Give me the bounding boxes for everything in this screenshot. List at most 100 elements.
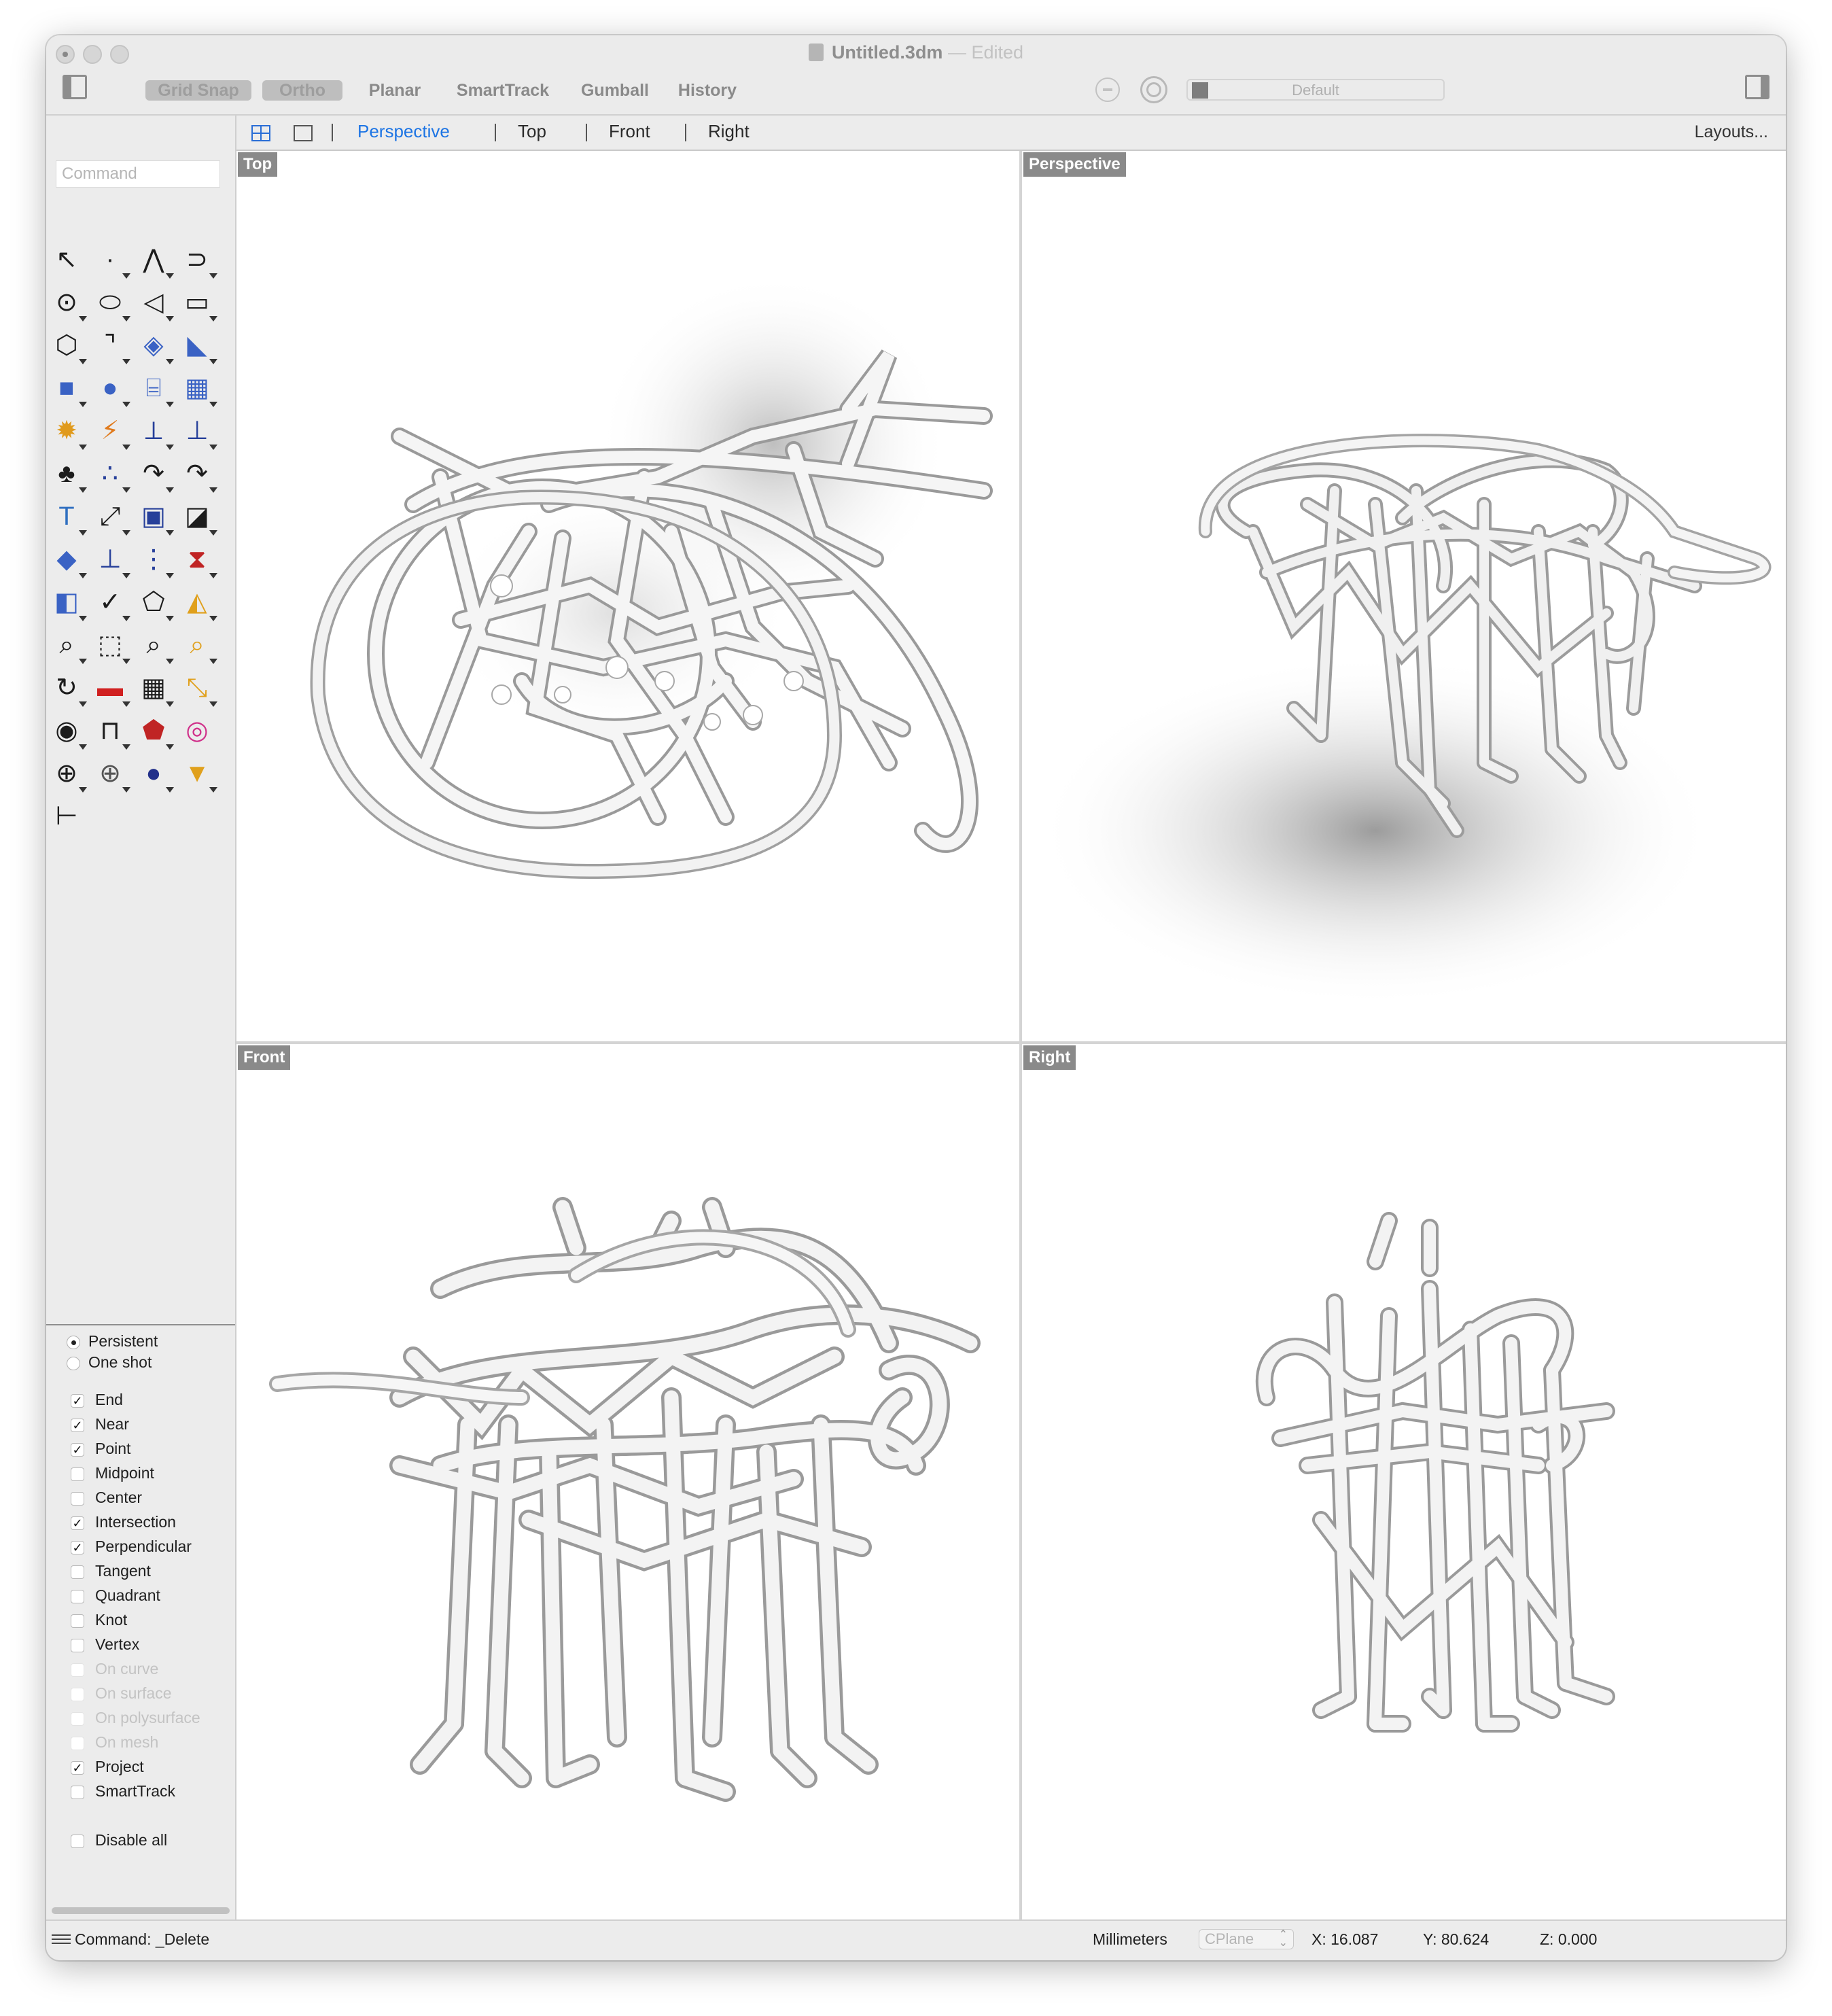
osnap-tangent[interactable]: Tangent <box>71 1562 151 1584</box>
osnap-knot[interactable]: Knot <box>71 1611 127 1633</box>
flyout-arrow-icon[interactable] <box>166 316 174 321</box>
box-tool-button[interactable]: ■ <box>49 370 90 409</box>
viewport-right-label[interactable]: Right <box>1023 1045 1076 1070</box>
flyout-arrow-icon[interactable] <box>166 744 174 750</box>
zoom-window-tool-button[interactable]: ⬚ <box>92 627 133 665</box>
toggle-sidebar-icon[interactable] <box>63 75 87 99</box>
flyout-arrow-icon[interactable] <box>122 316 130 321</box>
flyout-arrow-icon[interactable] <box>79 445 87 450</box>
checkmark-icon[interactable]: ✓ <box>71 1393 84 1408</box>
analyze-tool-button[interactable]: ◧ <box>49 585 90 623</box>
fillet-tool-button[interactable]: ⌝ <box>92 328 133 366</box>
layer-off-icon[interactable] <box>1095 77 1120 102</box>
tab-right[interactable]: Right <box>708 121 750 142</box>
unroll-tool-button[interactable]: ⬠ <box>136 585 177 623</box>
viewport-front-label[interactable]: Front <box>238 1045 291 1070</box>
boolean-tool-button[interactable]: ● <box>92 370 133 409</box>
flyout-arrow-icon[interactable] <box>209 402 217 407</box>
command-history-menu-icon[interactable] <box>52 1934 71 1947</box>
edit-points-tool-button[interactable]: ↷ <box>179 456 220 494</box>
viewport-right[interactable]: Right <box>1022 1044 1786 1919</box>
osnap-mode-persistent[interactable]: Persistent <box>67 1332 158 1354</box>
flyout-arrow-icon[interactable] <box>79 487 87 493</box>
flyout-arrow-icon[interactable] <box>122 744 130 750</box>
check-tool-button[interactable]: ✓ <box>92 585 133 623</box>
flyout-arrow-icon[interactable] <box>209 530 217 536</box>
named-view-tool-button[interactable]: ▬ <box>92 670 133 708</box>
split-tool-button[interactable]: ⚡ <box>92 413 133 451</box>
text-tool-button[interactable]: T <box>49 499 90 537</box>
viewport-splitter-horizontal[interactable] <box>236 1041 1786 1044</box>
flyout-arrow-icon[interactable] <box>166 445 174 450</box>
checkbox[interactable] <box>71 1614 84 1628</box>
toggle-properties-panel-icon[interactable] <box>1745 75 1769 99</box>
osnap-near[interactable]: ✓ Near <box>71 1415 129 1437</box>
select-arrow-tool-button[interactable]: ↖ <box>49 242 90 280</box>
flyout-arrow-icon[interactable] <box>166 573 174 578</box>
mesh-tool-button[interactable]: ▦ <box>179 370 220 409</box>
viewport-top-label[interactable]: Top <box>238 152 278 177</box>
rotate-view-tool-button[interactable]: ↻ <box>49 670 90 708</box>
gumball-button[interactable]: Gumball <box>574 80 656 101</box>
point-tool-button[interactable]: · <box>92 242 133 280</box>
ellipse-tool-button[interactable]: ⬭ <box>92 285 133 323</box>
flyout-arrow-icon[interactable] <box>122 445 130 450</box>
layouts-button[interactable]: Layouts... <box>1695 122 1768 142</box>
light-tool-button[interactable]: ◉ <box>49 713 90 751</box>
points-on-tool-button[interactable]: ∴ <box>92 456 133 494</box>
radio-button[interactable] <box>67 1335 80 1349</box>
rebuild-curve-tool-button[interactable]: ↷ <box>136 456 177 494</box>
flyout-arrow-icon[interactable] <box>166 701 174 707</box>
curve-tool-button[interactable]: ⊃ <box>179 242 220 280</box>
group-tool-button[interactable]: ▣ <box>136 499 177 537</box>
cplane-selector[interactable]: CPlane ⌃ ⌄ <box>1199 1929 1294 1949</box>
history-button[interactable]: History <box>670 80 745 101</box>
grid-snap-button[interactable]: Grid Snap <box>145 80 251 101</box>
spotlight-tool-button[interactable]: ▼ <box>179 756 220 794</box>
flyout-arrow-icon[interactable] <box>79 530 87 536</box>
flyout-arrow-icon[interactable] <box>209 487 217 493</box>
polyline-tool-button[interactable]: ⋀ <box>136 242 177 280</box>
osnap-project[interactable]: ✓ Project <box>71 1758 144 1779</box>
osnap-point[interactable]: ✓ Point <box>71 1440 130 1461</box>
checkmark-icon[interactable]: ✓ <box>71 1760 84 1775</box>
flyout-arrow-icon[interactable] <box>166 787 174 793</box>
osnap-vertex[interactable]: Vertex <box>71 1635 139 1657</box>
flyout-arrow-icon[interactable] <box>122 273 130 279</box>
split-plane-tool-button[interactable]: ⊥ <box>179 413 220 451</box>
osnap-intersection[interactable]: ✓ Intersection <box>71 1513 176 1535</box>
flyout-arrow-icon[interactable] <box>209 573 217 578</box>
dimension-tool-button[interactable]: ⊥ <box>92 542 133 580</box>
flyout-arrow-icon[interactable] <box>79 659 87 664</box>
extrude-surface-tool-button[interactable]: ◣ <box>179 328 220 366</box>
viewport-top[interactable]: Top <box>236 151 1019 1041</box>
flyout-arrow-icon[interactable] <box>166 402 174 407</box>
osnap-mode-one-shot[interactable]: One shot <box>67 1353 152 1375</box>
array-tool-button[interactable]: ⋮ <box>136 542 177 580</box>
flyout-arrow-icon[interactable] <box>122 701 130 707</box>
planar-button[interactable]: Planar <box>357 80 432 101</box>
color-wheel-tool-button[interactable]: ◎ <box>179 713 220 751</box>
flyout-arrow-icon[interactable] <box>166 487 174 493</box>
four-view-layout-icon[interactable] <box>251 125 270 141</box>
trim-tool-button[interactable]: ⟂ <box>136 413 177 451</box>
current-layer-selector[interactable]: Default <box>1186 79 1445 101</box>
radio-button[interactable] <box>67 1356 80 1370</box>
flyout-arrow-icon[interactable] <box>166 273 174 279</box>
circle-tool-button[interactable]: ⊙ <box>49 285 90 323</box>
osnap-disable-all[interactable]: Disable all <box>71 1831 167 1853</box>
flyout-arrow-icon[interactable] <box>79 787 87 793</box>
tab-perspective[interactable]: Perspective <box>357 121 450 142</box>
flyout-arrow-icon[interactable] <box>122 616 130 621</box>
rectangle-tool-button[interactable]: ▭ <box>179 285 220 323</box>
render-tool-button[interactable]: ⬟ <box>136 713 177 751</box>
lock-tool-button[interactable]: ⊓ <box>92 713 133 751</box>
flyout-arrow-icon[interactable] <box>79 744 87 750</box>
flyout-arrow-icon[interactable] <box>79 316 87 321</box>
layer-target-icon[interactable] <box>1140 76 1167 103</box>
osnap-center[interactable]: Center <box>71 1489 142 1510</box>
flyout-arrow-icon[interactable] <box>122 487 130 493</box>
set-view-tool-button[interactable]: ⤡ <box>179 670 220 708</box>
flyout-arrow-icon[interactable] <box>122 573 130 578</box>
flyout-arrow-icon[interactable] <box>122 659 130 664</box>
